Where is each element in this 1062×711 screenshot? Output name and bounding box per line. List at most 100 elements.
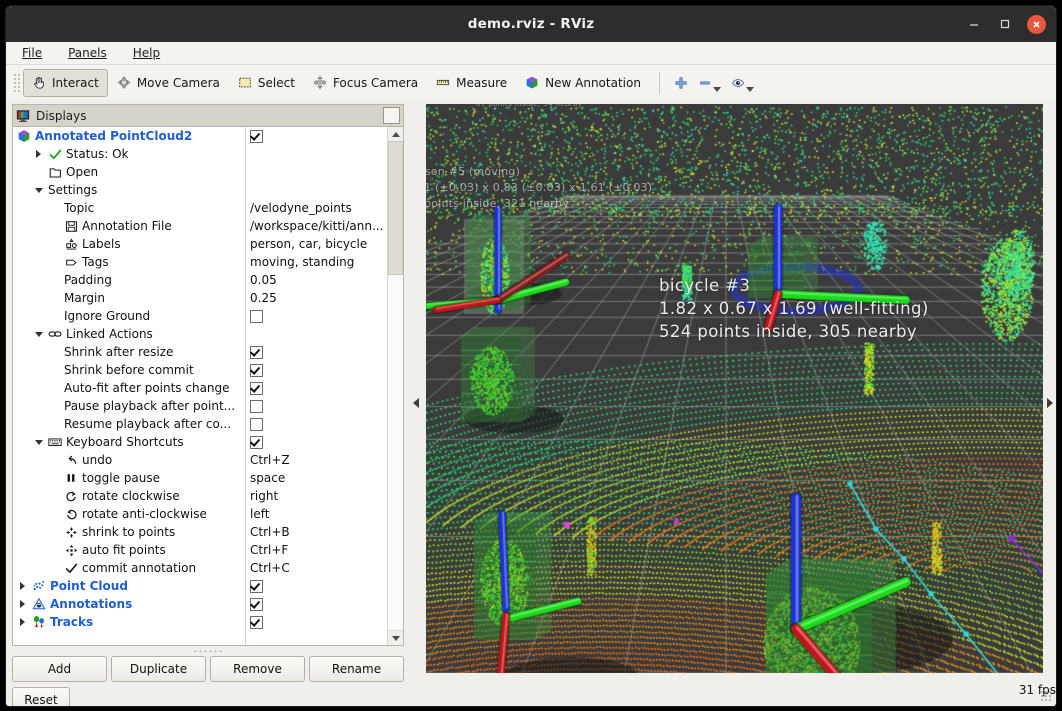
tree-row[interactable]: Topic/velodyne_points	[13, 199, 388, 217]
checkbox-unchecked-icon[interactable]	[250, 309, 263, 323]
tree-row-checkbox[interactable]	[250, 379, 385, 397]
menu-help[interactable]: Help	[131, 45, 162, 61]
tree-row-value[interactable]: 0.05	[250, 271, 385, 289]
checkbox-checked-icon[interactable]	[250, 435, 263, 449]
tree-row[interactable]: auto fit points Ctrl+F	[13, 541, 388, 559]
tree-row[interactable]: Tags moving, standing	[13, 253, 388, 271]
checkbox-checked-icon[interactable]	[250, 345, 263, 359]
tree-row[interactable]: toggle pause space	[13, 469, 388, 487]
tree-row-checkbox[interactable]	[250, 415, 385, 433]
tree-row[interactable]: Linked Actions	[13, 325, 388, 343]
checkbox-checked-icon[interactable]	[250, 597, 263, 611]
tree-row[interactable]: Auto-fit after points change	[13, 379, 388, 397]
chevron-down-icon[interactable]	[33, 329, 44, 340]
tree-row-value[interactable]: Ctrl+C	[250, 559, 385, 577]
close-icon[interactable]	[1027, 14, 1046, 34]
toolbar-drag-handle[interactable]	[12, 71, 20, 94]
tree-row[interactable]: Ignore Ground	[13, 307, 388, 325]
tree-row[interactable]: shrink to points Ctrl+B	[13, 523, 388, 541]
tree-row[interactable]: undo Ctrl+Z	[13, 451, 388, 469]
rename-button[interactable]: Rename	[309, 656, 404, 682]
tree-vertical-scrollbar[interactable]	[387, 127, 403, 645]
tree-row[interactable]: Pause playback after point...	[13, 397, 388, 415]
tree-row-value[interactable]: moving, standing	[250, 253, 385, 271]
tree-row[interactable]: Status: Ok	[13, 145, 388, 163]
reset-button[interactable]: Reset	[12, 687, 70, 706]
tree-row[interactable]: Keyboard Shortcuts	[13, 433, 388, 451]
checkbox-checked-icon[interactable]	[250, 363, 263, 377]
tree-row[interactable]: Annotations	[13, 595, 388, 613]
tree-row-value[interactable]: Ctrl+F	[250, 541, 385, 559]
tree-row-value[interactable]: right	[250, 487, 385, 505]
scroll-up-button[interactable]	[388, 127, 403, 142]
tree-row-checkbox[interactable]	[250, 307, 385, 325]
checkbox-checked-icon[interactable]	[250, 129, 263, 143]
pointcloud-canvas[interactable]	[426, 104, 1043, 673]
3d-viewport[interactable]: 87 points inside, 54 nearby person #5 (m…	[426, 104, 1043, 673]
tree-row[interactable]: Margin 0.25	[13, 289, 388, 307]
toolbar-remove-button[interactable]	[693, 70, 726, 96]
minimize-icon[interactable]	[965, 15, 983, 33]
tree-row-checkbox[interactable]	[250, 613, 385, 631]
tree-row[interactable]: Shrink after resize	[13, 343, 388, 361]
collapse-right-panel-handle[interactable]	[1044, 100, 1056, 706]
tree-row-checkbox[interactable]	[250, 595, 385, 613]
menu-panels[interactable]: Panels	[66, 45, 109, 61]
scroll-down-button[interactable]	[388, 630, 403, 645]
tool-interact[interactable]: Interact	[23, 68, 108, 97]
tree-row-value[interactable]: Ctrl+Z	[250, 451, 385, 469]
remove-button[interactable]: Remove	[210, 656, 305, 682]
tree-row-value[interactable]: /workspace/kitti/ann...	[250, 217, 385, 235]
window-resize-grip[interactable]	[1040, 690, 1053, 703]
tree-row[interactable]: Shrink before commit	[13, 361, 388, 379]
toolbar-add-button[interactable]	[669, 70, 693, 96]
tree-row-value[interactable]: left	[250, 505, 385, 523]
tree-row-value[interactable]: space	[250, 469, 385, 487]
chevron-right-icon[interactable]	[17, 617, 28, 628]
tree-row[interactable]: Labels person, car, bicycle	[13, 235, 388, 253]
tree-row-checkbox[interactable]	[250, 361, 385, 379]
toolbar-visibility-button[interactable]	[726, 70, 759, 96]
tree-row[interactable]: Annotation File/workspace/kitti/ann...	[13, 217, 388, 235]
chevron-right-icon[interactable]	[17, 581, 28, 592]
maximize-icon[interactable]	[996, 15, 1014, 33]
tree-row[interactable]: Annotated PointCloud2	[13, 127, 388, 145]
tree-row-value[interactable]: /velodyne_points	[250, 199, 385, 217]
tree-row[interactable]: Tracks	[13, 613, 388, 631]
duplicate-button[interactable]: Duplicate	[111, 656, 206, 682]
tree-row-value[interactable]: Ctrl+B	[250, 523, 385, 541]
float-panel-button[interactable]	[383, 107, 400, 124]
checkbox-checked-icon[interactable]	[250, 381, 263, 395]
tree-row-checkbox[interactable]	[250, 127, 385, 145]
chevron-down-icon[interactable]	[33, 437, 44, 448]
chevron-right-icon[interactable]	[33, 149, 44, 160]
tool-focus-camera[interactable]: Focus Camera	[304, 69, 427, 97]
tool-measure[interactable]: Measure	[427, 69, 516, 97]
tree-row[interactable]: Settings	[13, 181, 388, 199]
tree-row-checkbox[interactable]	[250, 577, 385, 595]
chevron-right-icon[interactable]	[17, 599, 28, 610]
scrollbar-thumb[interactable]	[388, 141, 403, 275]
tool-move-camera[interactable]: Move Camera	[108, 69, 229, 97]
tree-row-checkbox[interactable]	[250, 433, 385, 451]
checkbox-checked-icon[interactable]	[250, 579, 263, 593]
tree-row-value[interactable]: person, car, bicycle	[250, 235, 385, 253]
chevron-down-icon[interactable]	[33, 185, 44, 196]
tree-row-checkbox[interactable]	[250, 397, 385, 415]
tree-row-value[interactable]: 0.25	[250, 289, 385, 307]
tree-row[interactable]: Point Cloud	[13, 577, 388, 595]
tree-row-checkbox[interactable]	[250, 343, 385, 361]
panel-resize-grip[interactable]	[12, 646, 404, 654]
tree-row[interactable]: Padding 0.05	[13, 271, 388, 289]
checkbox-unchecked-icon[interactable]	[250, 417, 263, 431]
checkbox-unchecked-icon[interactable]	[250, 399, 263, 413]
tree-row[interactable]: commit annotation Ctrl+C	[13, 559, 388, 577]
chevron-down-icon[interactable]	[712, 87, 721, 92]
tree-row[interactable]: rotate clockwise right	[13, 487, 388, 505]
tree-row[interactable]: Open	[13, 163, 388, 181]
add-button[interactable]: Add	[12, 656, 107, 682]
tool-select[interactable]: Select	[229, 69, 304, 97]
tool-new-annotation[interactable]: New Annotation	[516, 69, 650, 97]
chevron-down-icon[interactable]	[745, 87, 754, 92]
collapse-left-panel-handle[interactable]	[410, 100, 422, 706]
